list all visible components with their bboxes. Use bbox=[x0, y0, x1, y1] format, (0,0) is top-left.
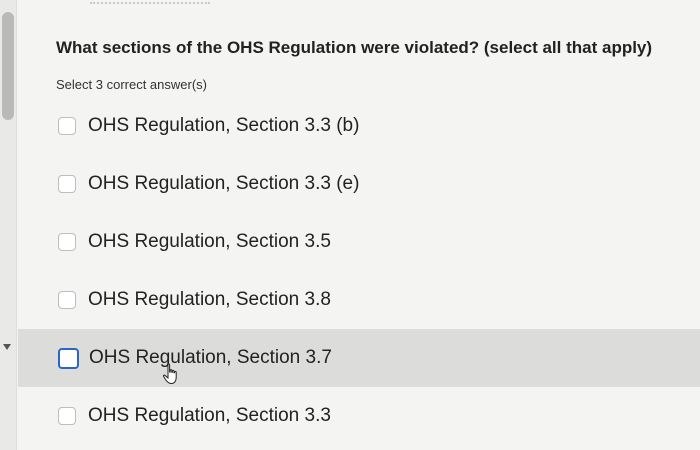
answer-option[interactable]: OHS Regulation, Section 3.8 bbox=[18, 271, 700, 329]
answer-option-label: OHS Regulation, Section 3.7 bbox=[89, 347, 332, 368]
checkbox[interactable] bbox=[58, 117, 76, 135]
hand-pointer-icon bbox=[162, 363, 177, 385]
checkbox[interactable] bbox=[58, 175, 76, 193]
answer-option-label: OHS Regulation, Section 3.3 bbox=[88, 405, 331, 426]
answer-option[interactable]: OHS Regulation, Section 3.3 (b) bbox=[18, 97, 700, 155]
divider bbox=[90, 0, 210, 4]
question-text: What sections of the OHS Regulation were… bbox=[56, 38, 653, 57]
answer-option-label: OHS Regulation, Section 3.3 (e) bbox=[88, 173, 360, 194]
instruction-text: Select 3 correct answer(s) bbox=[56, 77, 207, 92]
answer-option[interactable]: OHS Regulation, Section 3.3 (e) bbox=[18, 155, 700, 213]
answer-option[interactable]: OHS Regulation, Section 3.5 bbox=[18, 213, 700, 271]
chevron-down-icon[interactable] bbox=[3, 344, 11, 350]
checkbox[interactable] bbox=[58, 407, 76, 425]
answer-option-label: OHS Regulation, Section 3.5 bbox=[88, 231, 331, 252]
answer-option-label: OHS Regulation, Section 3.3 (b) bbox=[88, 115, 360, 136]
checkbox[interactable] bbox=[58, 233, 76, 251]
scrollbar[interactable] bbox=[0, 0, 17, 450]
checkbox[interactable] bbox=[58, 291, 76, 309]
answer-option-hovered[interactable]: OHS Regulation, Section 3.7 bbox=[18, 329, 700, 387]
answer-option[interactable]: OHS Regulation, Section 3.3 bbox=[18, 387, 700, 445]
answer-option-label: OHS Regulation, Section 3.8 bbox=[88, 289, 331, 310]
checkbox[interactable] bbox=[58, 347, 79, 369]
scrollbar-thumb[interactable] bbox=[2, 12, 14, 120]
